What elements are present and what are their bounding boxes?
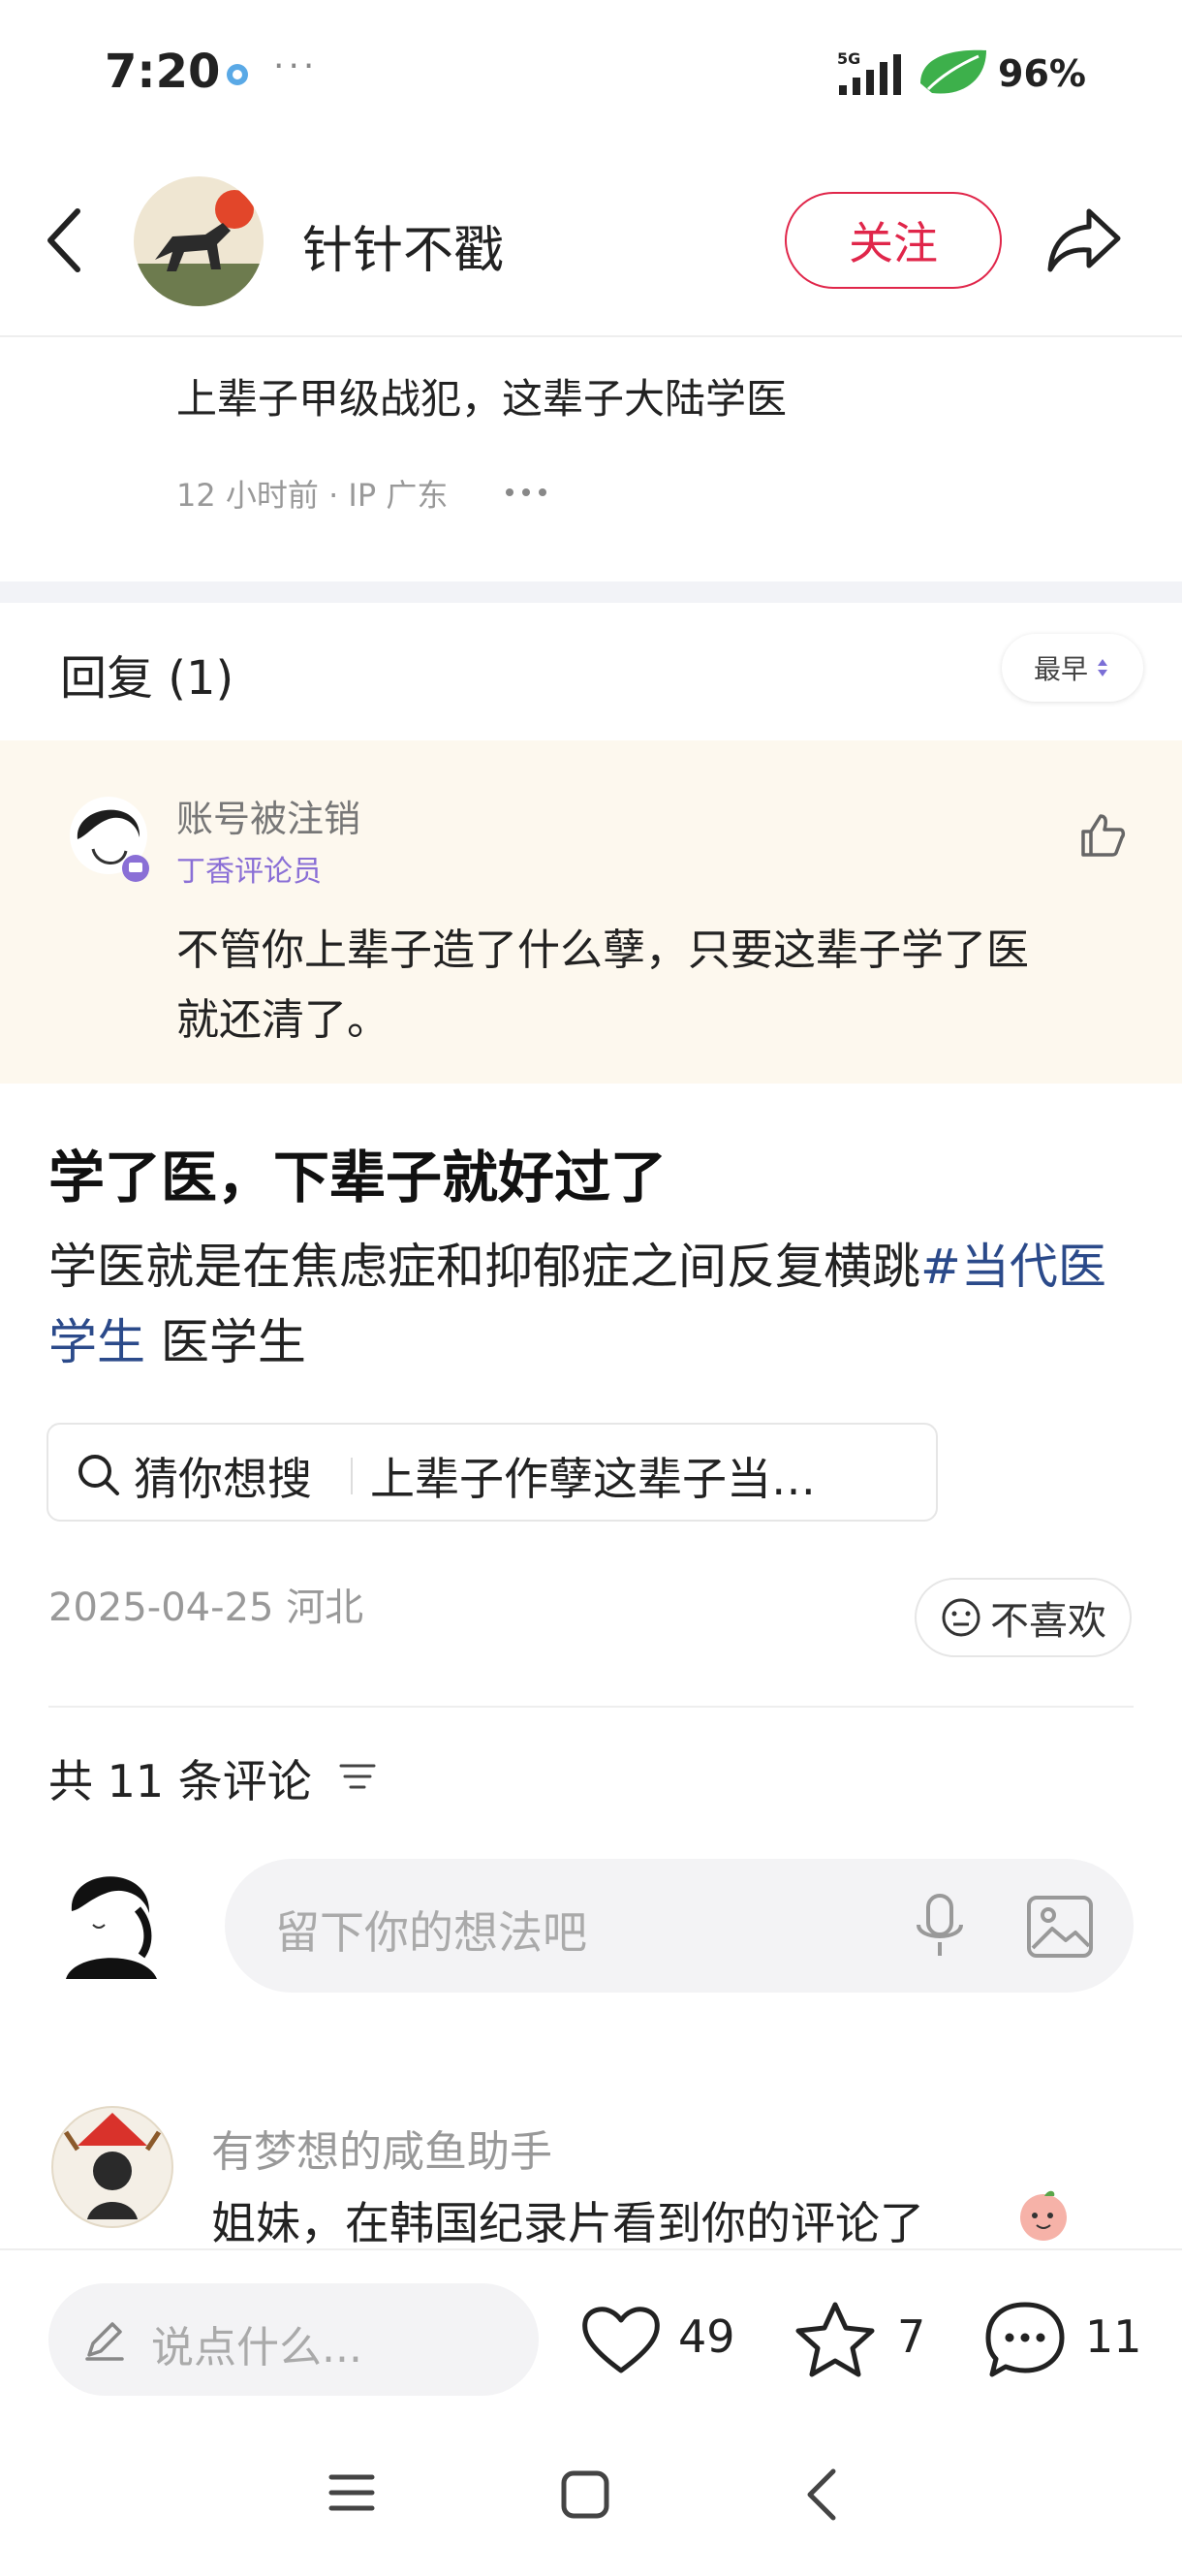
sort-button[interactable]: 最早 xyxy=(1002,634,1143,702)
signal-5g-icon: 5G xyxy=(835,48,905,97)
back-nav-icon[interactable] xyxy=(802,2467,841,2522)
post-tag[interactable]: 医学生 xyxy=(161,1314,306,1370)
reply-text-line2: 就还清了。 xyxy=(176,995,389,1045)
reply-avatar[interactable] xyxy=(64,791,157,884)
comment-item: 有梦想的咸鱼助手 姐妹，在韩国纪录片看到你的评论了 xyxy=(0,2093,1182,2249)
comment-ip: IP 广东 xyxy=(348,477,449,514)
replies-title: 回复 (1) xyxy=(60,651,234,706)
comment-text-content: 姐妹，在韩国纪录片看到你的评论了 xyxy=(211,2197,924,2249)
dislike-label: 不喜欢 xyxy=(990,1599,1106,1644)
status-more-dots: ··· xyxy=(273,47,319,86)
like-count: 49 xyxy=(678,2310,735,2363)
post-body: 学医就是在焦虑症和抑郁症之间反复横跳#当代医学生 医学生 xyxy=(48,1229,1134,1380)
say-something-input[interactable]: 说点什么... xyxy=(48,2283,539,2396)
search-hint: 猜你想搜 xyxy=(134,1453,312,1505)
dislike-button[interactable]: 不喜欢 xyxy=(915,1578,1132,1657)
more-options-icon[interactable] xyxy=(504,483,548,502)
post-date: 2025-04-25 xyxy=(48,1586,274,1630)
image-icon[interactable] xyxy=(1025,1892,1095,1962)
commenter-name[interactable]: 有梦想的咸鱼助手 xyxy=(211,2117,552,2179)
comment-button[interactable]: 11 xyxy=(982,2293,1166,2386)
peach-emoji-icon xyxy=(1015,2186,1072,2243)
sort-label: 最早 xyxy=(1033,653,1088,685)
app-notification-icon xyxy=(225,62,250,87)
microphone-icon[interactable] xyxy=(913,1892,967,1962)
section-separator xyxy=(0,581,1182,603)
post-date-location: 2025-04-25 河北 xyxy=(48,1576,363,1632)
favorite-count: 7 xyxy=(897,2310,926,2363)
menu-nav-icon[interactable] xyxy=(327,2471,376,2514)
reply-text-line1: 不管你上辈子造了什么孽，只要这辈子学了医 xyxy=(176,926,1029,975)
comment-total: 11 xyxy=(1085,2310,1142,2363)
author-avatar[interactable] xyxy=(134,176,264,306)
parent-comment-text: 上辈子甲级战犯，这辈子大陆学医 xyxy=(176,375,788,423)
header-divider xyxy=(0,335,1182,337)
say-placeholder: 说点什么... xyxy=(151,2323,362,2372)
star-icon xyxy=(795,2302,875,2377)
post-title: 学了医，下辈子就好过了 xyxy=(48,1145,668,1210)
reply-item: 账号被注销 丁香评论员 不管你上辈子造了什么孽，只要这辈子学了医 就还清了。 xyxy=(0,740,1182,1084)
back-arrow-icon[interactable] xyxy=(43,205,85,275)
battery-percent: 96% xyxy=(998,52,1086,95)
neutral-face-icon xyxy=(942,1598,980,1637)
post-location: 河北 xyxy=(286,1586,364,1630)
share-icon[interactable] xyxy=(1044,205,1124,275)
follow-button[interactable]: 关注 xyxy=(785,192,1002,289)
post-body-text: 学医就是在焦虑症和抑郁症之间反复横跳 xyxy=(48,1239,920,1295)
search-divider xyxy=(351,1458,353,1494)
favorite-button[interactable]: 7 xyxy=(793,2293,948,2386)
heart-icon xyxy=(582,2307,660,2373)
status-time: 7:20 xyxy=(105,45,221,99)
my-avatar[interactable] xyxy=(48,1855,174,1981)
reply-badge: 丁香评论员 xyxy=(176,855,322,889)
search-suggestion[interactable]: 猜你想搜 上辈子作孽这辈子当… xyxy=(47,1423,938,1522)
svg-text:5G: 5G xyxy=(837,49,860,68)
status-bar: 7:20 ··· 5G 96% xyxy=(0,0,1182,155)
like-icon[interactable] xyxy=(1077,810,1128,861)
meta-separator: · xyxy=(328,477,349,514)
pencil-icon xyxy=(81,2316,128,2363)
comment-text: 姐妹，在韩国纪录片看到你的评论了 xyxy=(211,2188,924,2252)
filter-icon[interactable] xyxy=(337,1756,378,1797)
comment-time: 12 小时前 xyxy=(176,477,319,514)
search-query: 上辈子作孽这辈子当… xyxy=(370,1453,816,1505)
comment-count: 共 11 条评论 xyxy=(48,1746,312,1810)
content-divider xyxy=(48,1706,1134,1708)
battery-leaf-icon xyxy=(915,45,992,101)
comment-count-label: 共 11 条评论 xyxy=(48,1755,312,1807)
reply-author[interactable]: 账号被注销 xyxy=(176,789,360,842)
comment-input[interactable]: 留下你的想法吧 xyxy=(225,1859,1134,1993)
home-nav-icon[interactable] xyxy=(560,2469,610,2520)
commenter-avatar[interactable] xyxy=(48,2103,176,2231)
parent-comment-time: 12 小时前 · IP 广东 xyxy=(176,471,448,516)
sort-arrows-icon xyxy=(1098,659,1107,676)
like-button[interactable]: 49 xyxy=(579,2293,754,2386)
search-icon xyxy=(76,1452,122,1498)
comment-input-placeholder: 留下你的想法吧 xyxy=(275,1906,587,1959)
author-name[interactable]: 针针不戳 xyxy=(302,209,504,282)
speech-bubble-icon xyxy=(985,2302,1065,2377)
